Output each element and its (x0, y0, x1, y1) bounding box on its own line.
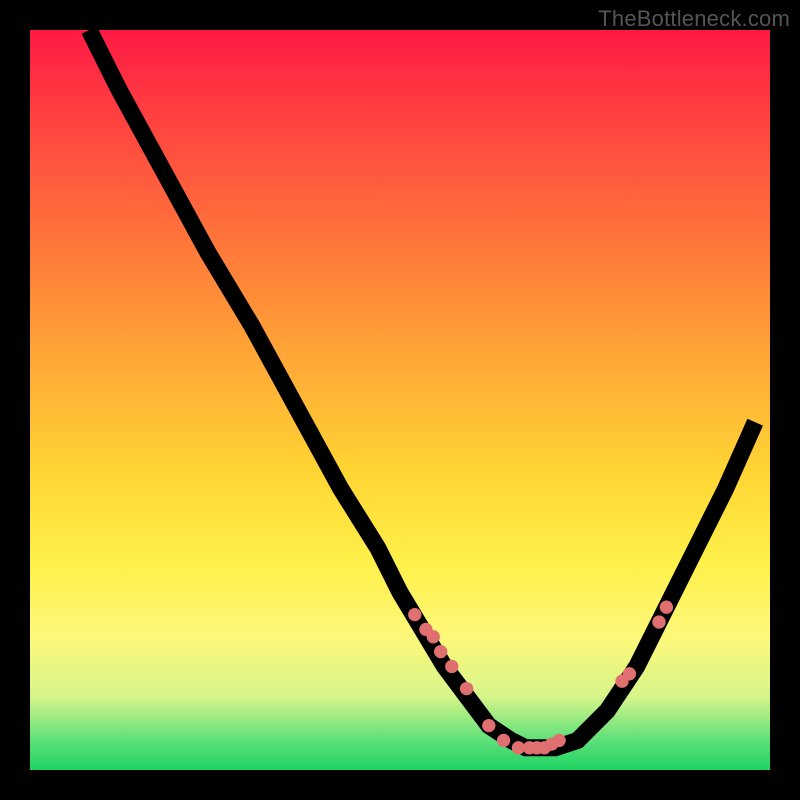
attribution-label: TheBottleneck.com (598, 6, 790, 32)
data-point (434, 645, 447, 658)
data-point (482, 719, 495, 732)
data-point (652, 615, 665, 628)
data-point (660, 601, 673, 614)
data-point (445, 660, 458, 673)
data-point (408, 608, 421, 621)
data-point (460, 682, 473, 695)
plot-area (30, 30, 770, 770)
data-point (497, 734, 510, 747)
chart-frame: TheBottleneck.com (0, 0, 800, 800)
data-point (623, 667, 636, 680)
curve-layer (30, 30, 770, 770)
data-point (552, 734, 565, 747)
bottleneck-curve (89, 30, 755, 748)
data-point (427, 630, 440, 643)
